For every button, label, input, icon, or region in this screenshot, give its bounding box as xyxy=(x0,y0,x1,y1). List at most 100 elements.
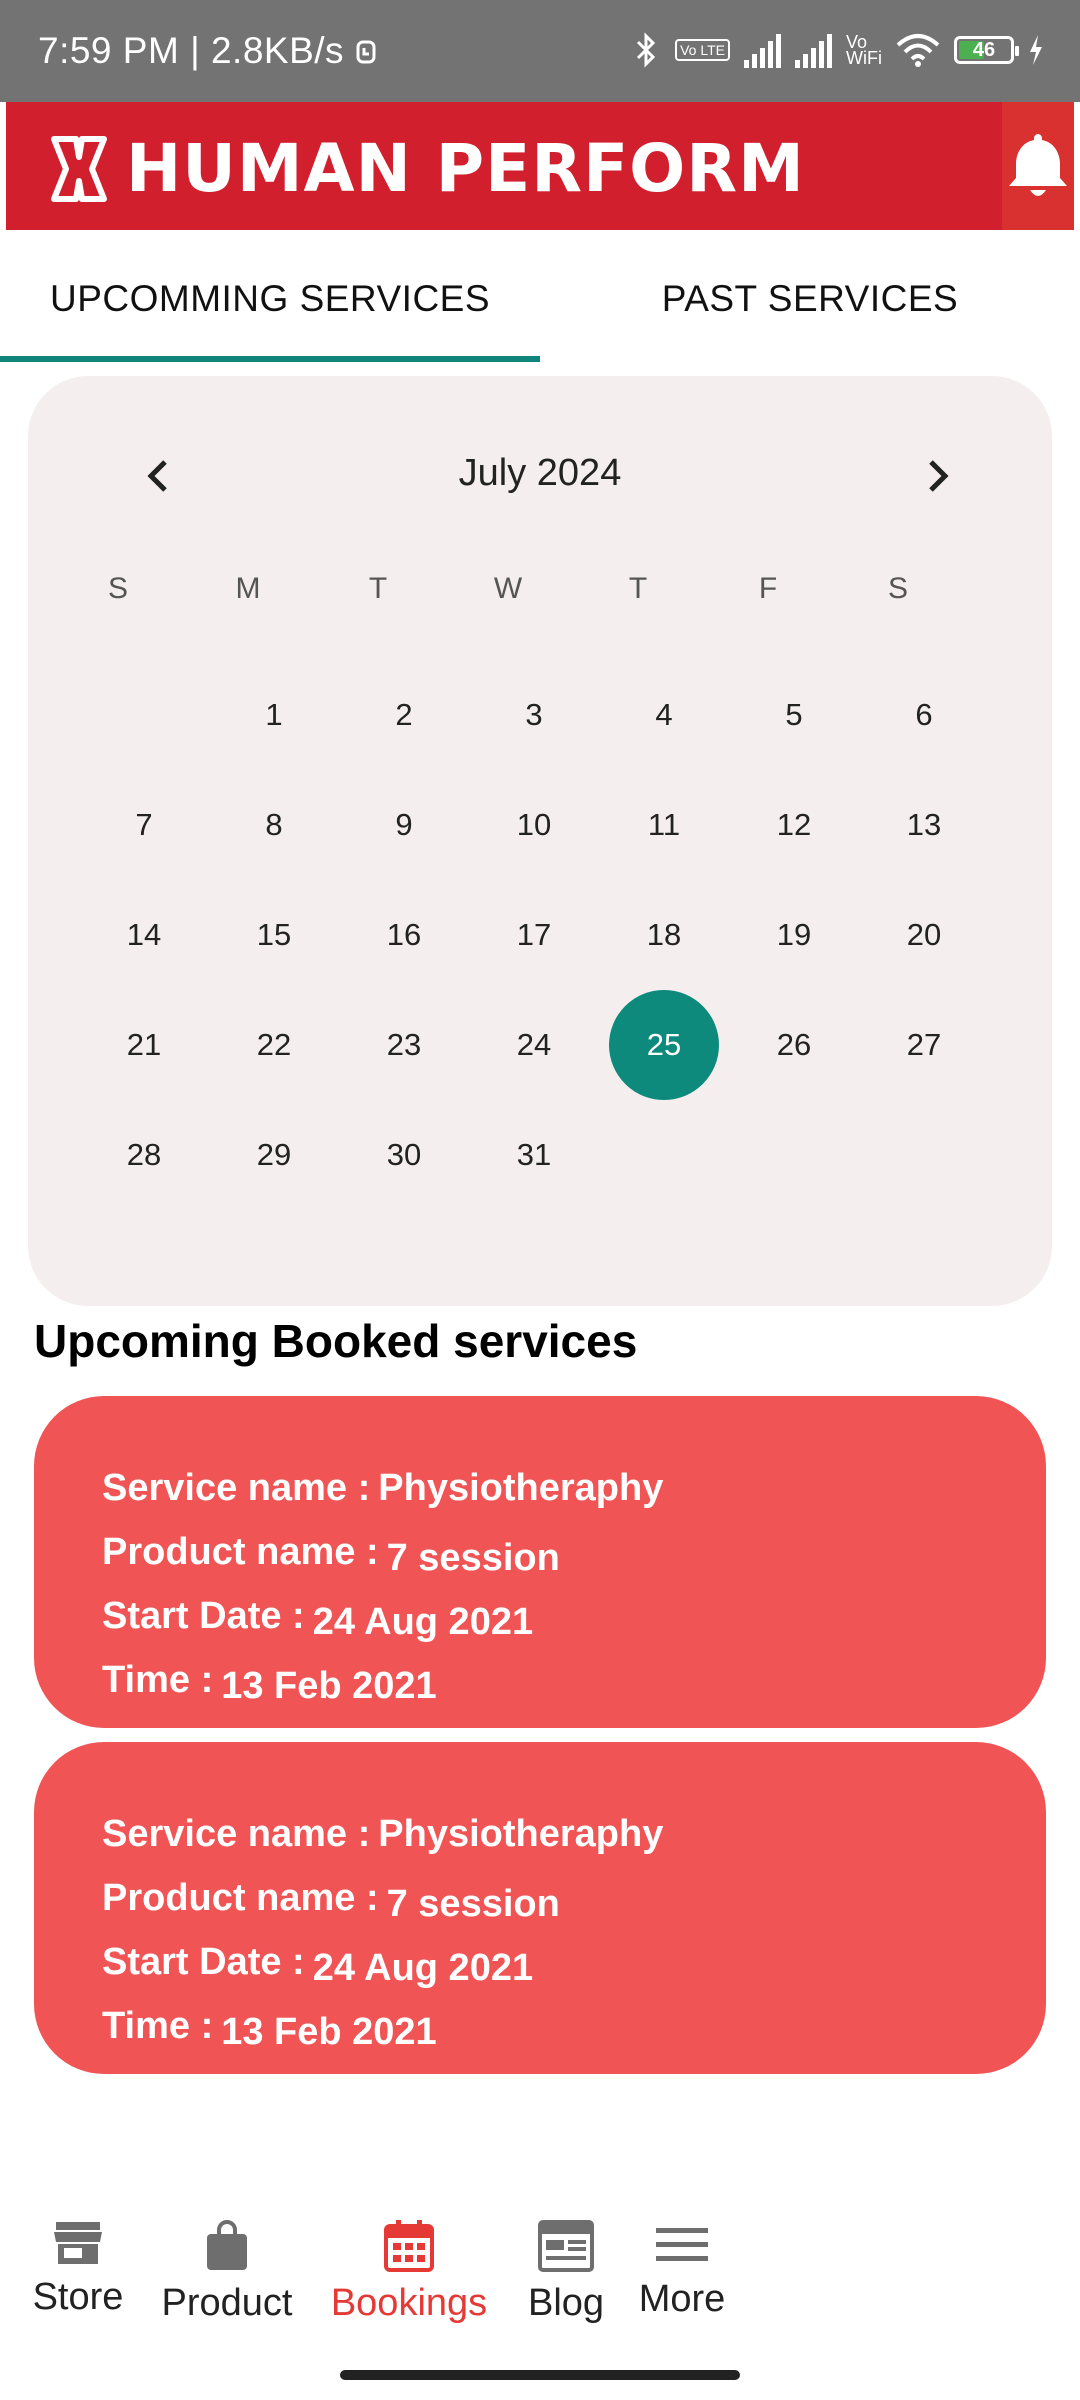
calendar-day-number: 26 xyxy=(776,1027,812,1062)
calendar-day-number: 4 xyxy=(655,697,673,732)
time-value: 13 Feb 2021 xyxy=(221,1665,437,1707)
app-header: HUMAN PERFORM xyxy=(6,102,1074,230)
brand-logo: HUMAN PERFORM xyxy=(46,130,805,207)
calendar-day[interactable]: 21 xyxy=(79,990,209,1100)
calendar-day-number: 23 xyxy=(386,1027,422,1062)
nav-item-blog[interactable]: Blog xyxy=(516,2220,616,2325)
tab-upcoming-services[interactable]: UPCOMMING SERVICES xyxy=(0,232,540,366)
brand-mark-icon xyxy=(51,135,107,202)
bottom-navigation: Store Product Bookings Blog More xyxy=(0,2220,1080,2370)
calendar-day-number: 7 xyxy=(135,807,153,842)
calendar-day[interactable]: 28 xyxy=(79,1100,209,1210)
nav-label-bookings: Bookings xyxy=(330,2282,488,2324)
nav-item-store[interactable]: Store xyxy=(28,2220,128,2319)
weekday-label: T xyxy=(368,572,388,605)
service-row: Service name : Physiotheraphy xyxy=(102,1792,663,1856)
booking-details: Service name : Physiotheraphy Product nam… xyxy=(102,1792,663,2053)
calendar-day-number: 16 xyxy=(386,917,422,952)
calendar-day[interactable]: 24 xyxy=(469,990,599,1100)
chevron-right-icon xyxy=(929,460,949,492)
calendar-day[interactable]: 10 xyxy=(469,770,599,880)
service-value: Physiotheraphy xyxy=(378,1813,664,1855)
calendar-day-number: 1 xyxy=(265,697,283,732)
calendar-day[interactable]: 22 xyxy=(209,990,339,1100)
calendar-day[interactable]: 4 xyxy=(599,660,729,770)
calendar-day[interactable]: 2 xyxy=(339,660,469,770)
weekday-label: S xyxy=(107,572,128,605)
product-value: 7 session xyxy=(386,1883,560,1925)
booking-card[interactable]: Service name : Physiotheraphy Product nam… xyxy=(34,1742,1046,2074)
bluetooth-icon xyxy=(637,32,656,68)
signal-icon xyxy=(744,32,781,68)
nav-item-more[interactable]: More xyxy=(632,2220,732,2321)
calendar-day[interactable]: 19 xyxy=(729,880,859,990)
wifi-icon xyxy=(896,34,940,67)
calendar-day-selected[interactable]: 25 xyxy=(599,990,729,1100)
time-value: 13 Feb 2021 xyxy=(221,2011,437,2053)
calendar-day-number: 17 xyxy=(516,917,552,952)
calendar-day-number: 12 xyxy=(776,807,812,842)
calendar-empty-cell xyxy=(79,660,209,770)
start-date-value: 24 Aug 2021 xyxy=(312,1947,534,1989)
calendar-day-number: 24 xyxy=(516,1027,552,1062)
product-row: Product name :7 session xyxy=(102,1510,663,1579)
calendar-day[interactable]: 27 xyxy=(859,990,989,1100)
calendar-day[interactable]: 18 xyxy=(599,880,729,990)
calendar-day-number: 11 xyxy=(647,807,681,842)
calendar-day[interactable]: 9 xyxy=(339,770,469,880)
calendar-day[interactable]: 3 xyxy=(469,660,599,770)
brand-name: HUMAN PERFORM xyxy=(126,130,805,207)
start-date-label: Start Date : xyxy=(102,1595,305,1637)
product-value: 7 session xyxy=(386,1537,560,1579)
vowifi-icon: Vo WiFi xyxy=(846,32,882,68)
notifications-button[interactable] xyxy=(1002,102,1074,230)
calendar-day-number: 21 xyxy=(126,1027,162,1062)
calendar-day[interactable]: 14 xyxy=(79,880,209,990)
calendar-day[interactable]: 8 xyxy=(209,770,339,880)
calendar-day-number: 31 xyxy=(516,1137,552,1172)
tab-past-services[interactable]: PAST SERVICES xyxy=(540,232,1080,366)
calendar-day[interactable]: 31 xyxy=(469,1100,599,1210)
calendar-day[interactable]: 6 xyxy=(859,660,989,770)
charging-icon xyxy=(1030,35,1042,65)
calendar-day[interactable]: 23 xyxy=(339,990,469,1100)
calendar-day-number: 6 xyxy=(915,697,933,732)
weekday-label: W xyxy=(493,572,523,605)
weekday-label: T xyxy=(628,572,648,605)
calendar-day[interactable]: 5 xyxy=(729,660,859,770)
calendar-day[interactable]: 7 xyxy=(79,770,209,880)
start-date-label: Start Date : xyxy=(102,1941,305,1983)
calendar-day[interactable]: 17 xyxy=(469,880,599,990)
calendar-day[interactable]: 15 xyxy=(209,880,339,990)
service-label: Service name : xyxy=(102,1467,371,1509)
calendar-day[interactable]: 12 xyxy=(729,770,859,880)
nav-item-product[interactable]: Product xyxy=(152,2220,302,2325)
calendar-day[interactable]: 26 xyxy=(729,990,859,1100)
calendar-day-number: 15 xyxy=(256,917,292,952)
nav-label-blog: Blog xyxy=(527,2282,605,2324)
status-bar: 7:59 PM | 2.8KB/s Vo LTE Vo WiFi 46 xyxy=(0,0,1080,102)
calendar-day[interactable]: 29 xyxy=(209,1100,339,1210)
calendar-icon xyxy=(384,2220,434,2272)
calendar-day-number: 29 xyxy=(256,1137,292,1172)
calendar-day-number: 20 xyxy=(906,917,942,952)
calendar-day[interactable]: 30 xyxy=(339,1100,469,1210)
calendar-day-number: 2 xyxy=(395,697,413,732)
shopping-bag-icon xyxy=(207,2220,247,2270)
calendar-day[interactable]: 11 xyxy=(599,770,729,880)
calendar-day[interactable]: 16 xyxy=(339,880,469,990)
alarm-icon xyxy=(356,40,376,64)
home-indicator[interactable] xyxy=(340,2370,740,2380)
calendar-day-number: 14 xyxy=(126,917,162,952)
next-month-button[interactable] xyxy=(908,446,968,506)
calendar-day[interactable]: 13 xyxy=(859,770,989,880)
booking-card[interactable]: Service name : Physiotheraphy Product nam… xyxy=(34,1396,1046,1728)
calendar-day[interactable]: 1 xyxy=(209,660,339,770)
service-value: Physiotheraphy xyxy=(378,1467,664,1509)
store-icon xyxy=(54,2222,102,2264)
status-time: 7:59 PM | 2.8KB/s xyxy=(38,30,345,71)
calendar-day[interactable]: 20 xyxy=(859,880,989,990)
nav-item-bookings[interactable]: Bookings xyxy=(324,2220,494,2325)
weekday-label: F xyxy=(758,572,778,605)
product-label: Product name : xyxy=(102,1877,379,1919)
